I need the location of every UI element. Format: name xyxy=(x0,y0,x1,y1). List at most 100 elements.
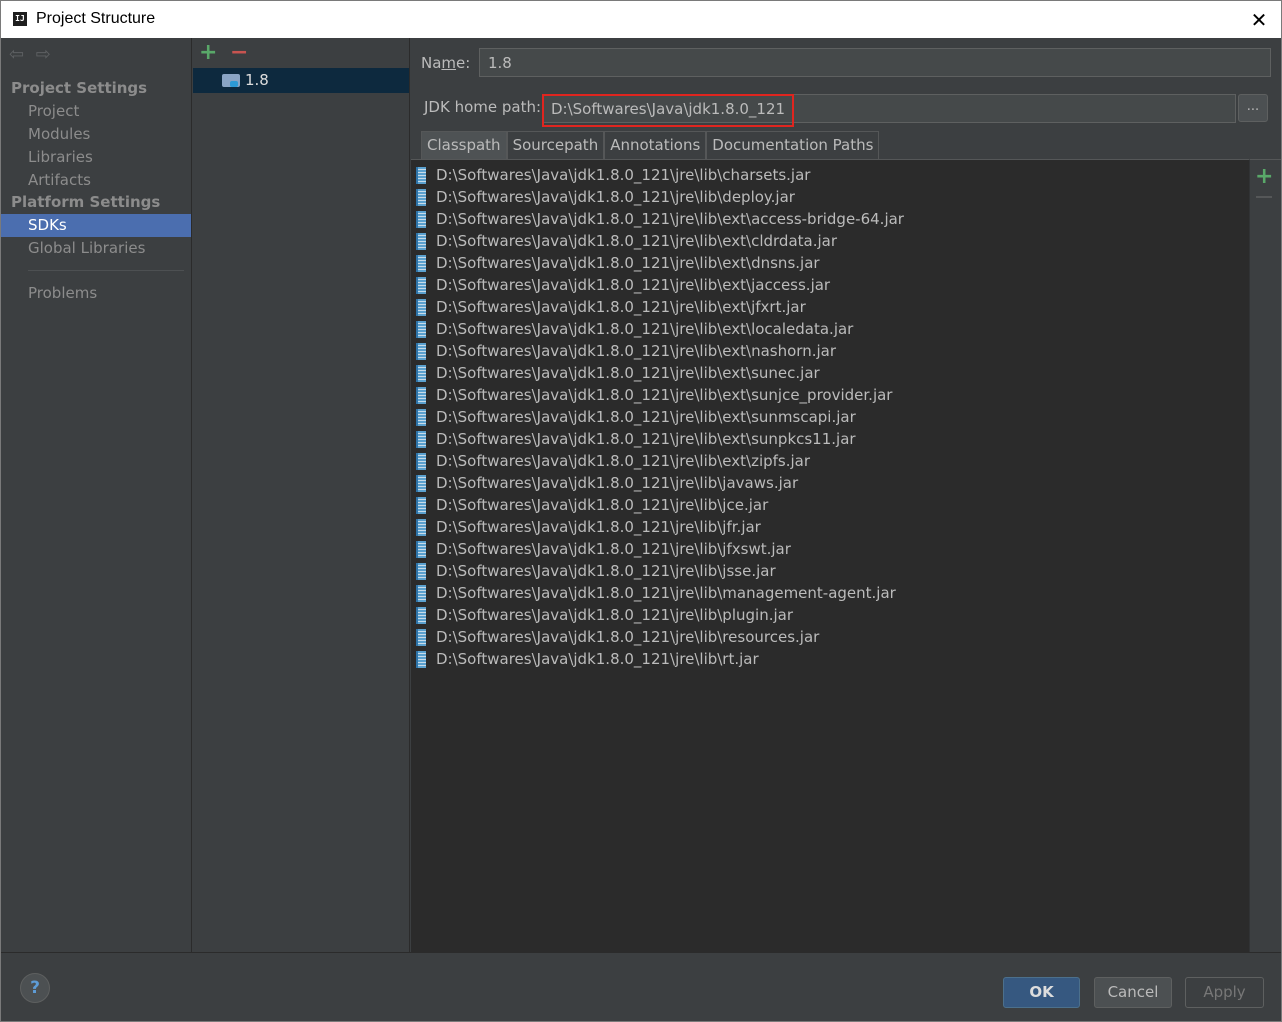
list-item[interactable]: D:\Softwares\Java\jdk1.8.0_121\jre\lib\j… xyxy=(411,538,1249,560)
sdk-detail-panel: Name: JDK home path: ... Classpath Sourc… xyxy=(411,38,1281,952)
name-input[interactable] xyxy=(479,48,1271,77)
jdk-folder-icon xyxy=(222,74,240,87)
path-text: D:\Softwares\Java\jdk1.8.0_121\jre\lib\e… xyxy=(436,364,820,382)
jdk-home-path-input[interactable] xyxy=(542,94,1236,123)
jar-file-icon xyxy=(416,585,426,602)
sdk-list-item[interactable]: 1.8 xyxy=(193,68,409,93)
list-item[interactable]: D:\Softwares\Java\jdk1.8.0_121\jre\lib\d… xyxy=(411,186,1249,208)
ok-button[interactable]: OK xyxy=(1003,977,1080,1008)
path-text: D:\Softwares\Java\jdk1.8.0_121\jre\lib\j… xyxy=(436,496,769,514)
classpath-list[interactable]: D:\Softwares\Java\jdk1.8.0_121\jre\lib\c… xyxy=(411,159,1249,952)
jar-file-icon xyxy=(416,299,426,316)
list-item[interactable]: D:\Softwares\Java\jdk1.8.0_121\jre\lib\e… xyxy=(411,296,1249,318)
sdk-item-label: 1.8 xyxy=(245,71,269,89)
list-item[interactable]: D:\Softwares\Java\jdk1.8.0_121\jre\lib\e… xyxy=(411,450,1249,472)
list-item[interactable]: D:\Softwares\Java\jdk1.8.0_121\jre\lib\r… xyxy=(411,626,1249,648)
list-item[interactable]: D:\Softwares\Java\jdk1.8.0_121\jre\lib\e… xyxy=(411,362,1249,384)
forward-arrow-icon[interactable]: ⇨ xyxy=(36,44,58,65)
list-item[interactable]: D:\Softwares\Java\jdk1.8.0_121\jre\lib\e… xyxy=(411,252,1249,274)
jdk-home-path-label: JDK home path: xyxy=(424,98,542,116)
jar-file-icon xyxy=(416,519,426,536)
jar-file-icon xyxy=(416,343,426,360)
list-item[interactable]: D:\Softwares\Java\jdk1.8.0_121\jre\lib\m… xyxy=(411,582,1249,604)
nav-item-project[interactable]: Project xyxy=(1,100,191,123)
path-text: D:\Softwares\Java\jdk1.8.0_121\jre\lib\e… xyxy=(436,408,856,426)
remove-sdk-icon[interactable]: − xyxy=(230,40,248,65)
nav-item-sdks[interactable]: SDKs xyxy=(1,214,191,237)
nav-divider xyxy=(28,270,184,271)
list-item[interactable]: D:\Softwares\Java\jdk1.8.0_121\jre\lib\e… xyxy=(411,274,1249,296)
cancel-button[interactable]: Cancel xyxy=(1094,977,1172,1008)
title-bar: IJ Project Structure ✕ xyxy=(0,0,1282,38)
list-item[interactable]: D:\Softwares\Java\jdk1.8.0_121\jre\lib\c… xyxy=(411,164,1249,186)
back-arrow-icon[interactable]: ⇦ xyxy=(9,44,31,65)
jar-file-icon xyxy=(416,563,426,580)
path-text: D:\Softwares\Java\jdk1.8.0_121\jre\lib\e… xyxy=(436,298,806,316)
jar-file-icon xyxy=(416,475,426,492)
section-platform-settings: Platform Settings xyxy=(11,193,161,211)
apply-button[interactable]: Apply xyxy=(1185,977,1264,1008)
jar-file-icon xyxy=(416,497,426,514)
list-item[interactable]: D:\Softwares\Java\jdk1.8.0_121\jre\lib\j… xyxy=(411,560,1249,582)
path-text: D:\Softwares\Java\jdk1.8.0_121\jre\lib\e… xyxy=(436,430,856,448)
list-item[interactable]: D:\Softwares\Java\jdk1.8.0_121\jre\lib\p… xyxy=(411,604,1249,626)
list-toolbar: + xyxy=(1249,159,1281,952)
jar-file-icon xyxy=(416,167,426,184)
path-text: D:\Softwares\Java\jdk1.8.0_121\jre\lib\e… xyxy=(436,386,893,404)
jar-file-icon xyxy=(416,233,426,250)
list-item[interactable]: D:\Softwares\Java\jdk1.8.0_121\jre\lib\j… xyxy=(411,472,1249,494)
help-button[interactable]: ? xyxy=(20,973,50,1003)
name-label: Name: xyxy=(421,54,471,72)
tab-documentation-paths[interactable]: Documentation Paths xyxy=(706,131,880,159)
jar-file-icon xyxy=(416,409,426,426)
close-button[interactable]: ✕ xyxy=(1243,5,1275,35)
add-path-icon[interactable]: + xyxy=(1255,164,1273,189)
path-text: D:\Softwares\Java\jdk1.8.0_121\jre\lib\e… xyxy=(436,254,820,272)
jar-file-icon xyxy=(416,277,426,294)
tab-classpath[interactable]: Classpath xyxy=(421,131,507,159)
jar-file-icon xyxy=(416,211,426,228)
list-item[interactable]: D:\Softwares\Java\jdk1.8.0_121\jre\lib\e… xyxy=(411,340,1249,362)
jar-file-icon xyxy=(416,607,426,624)
list-item[interactable]: D:\Softwares\Java\jdk1.8.0_121\jre\lib\e… xyxy=(411,428,1249,450)
dialog-footer: ? OK Cancel Apply xyxy=(1,952,1281,1021)
sdk-list-panel: + − 1.8 xyxy=(193,38,410,952)
nav-item-modules[interactable]: Modules xyxy=(1,123,191,146)
jar-file-icon xyxy=(416,255,426,272)
path-text: D:\Softwares\Java\jdk1.8.0_121\jre\lib\j… xyxy=(436,562,776,580)
list-item[interactable]: D:\Softwares\Java\jdk1.8.0_121\jre\lib\j… xyxy=(411,494,1249,516)
tab-sourcepath[interactable]: Sourcepath xyxy=(506,131,605,159)
list-item[interactable]: D:\Softwares\Java\jdk1.8.0_121\jre\lib\e… xyxy=(411,318,1249,340)
path-text: D:\Softwares\Java\jdk1.8.0_121\jre\lib\d… xyxy=(436,188,795,206)
jar-file-icon xyxy=(416,431,426,448)
nav-item-global-libraries[interactable]: Global Libraries xyxy=(1,237,191,260)
list-item[interactable]: D:\Softwares\Java\jdk1.8.0_121\jre\lib\e… xyxy=(411,406,1249,428)
browse-button[interactable]: ... xyxy=(1238,94,1268,122)
nav-item-artifacts[interactable]: Artifacts xyxy=(1,169,191,192)
path-text: D:\Softwares\Java\jdk1.8.0_121\jre\lib\j… xyxy=(436,474,799,492)
nav-item-problems[interactable]: Problems xyxy=(1,282,191,305)
path-text: D:\Softwares\Java\jdk1.8.0_121\jre\lib\m… xyxy=(436,584,896,602)
list-item[interactable]: D:\Softwares\Java\jdk1.8.0_121\jre\lib\r… xyxy=(411,648,1249,670)
list-item[interactable]: D:\Softwares\Java\jdk1.8.0_121\jre\lib\j… xyxy=(411,516,1249,538)
list-item[interactable]: D:\Softwares\Java\jdk1.8.0_121\jre\lib\e… xyxy=(411,230,1249,252)
nav-item-libraries[interactable]: Libraries xyxy=(1,146,191,169)
tab-annotations[interactable]: Annotations xyxy=(604,131,707,159)
path-text: D:\Softwares\Java\jdk1.8.0_121\jre\lib\j… xyxy=(436,540,791,558)
path-text: D:\Softwares\Java\jdk1.8.0_121\jre\lib\r… xyxy=(436,628,820,646)
path-text: D:\Softwares\Java\jdk1.8.0_121\jre\lib\r… xyxy=(436,650,759,668)
path-text: D:\Softwares\Java\jdk1.8.0_121\jre\lib\e… xyxy=(436,232,838,250)
remove-path-icon[interactable] xyxy=(1256,196,1272,198)
history-arrows: ⇦ ⇨ xyxy=(9,44,58,66)
list-item[interactable]: D:\Softwares\Java\jdk1.8.0_121\jre\lib\e… xyxy=(411,384,1249,406)
settings-navigation: ⇦ ⇨ Project Settings Project Modules Lib… xyxy=(1,38,192,952)
window-title: Project Structure xyxy=(36,10,156,27)
path-text: D:\Softwares\Java\jdk1.8.0_121\jre\lib\p… xyxy=(436,606,793,624)
path-tabs: Classpath Sourcepath Annotations Documen… xyxy=(421,131,880,159)
add-sdk-icon[interactable]: + xyxy=(199,40,217,65)
jar-file-icon xyxy=(416,629,426,646)
jar-file-icon xyxy=(416,541,426,558)
jar-file-icon xyxy=(416,387,426,404)
list-item[interactable]: D:\Softwares\Java\jdk1.8.0_121\jre\lib\e… xyxy=(411,208,1249,230)
jar-file-icon xyxy=(416,365,426,382)
